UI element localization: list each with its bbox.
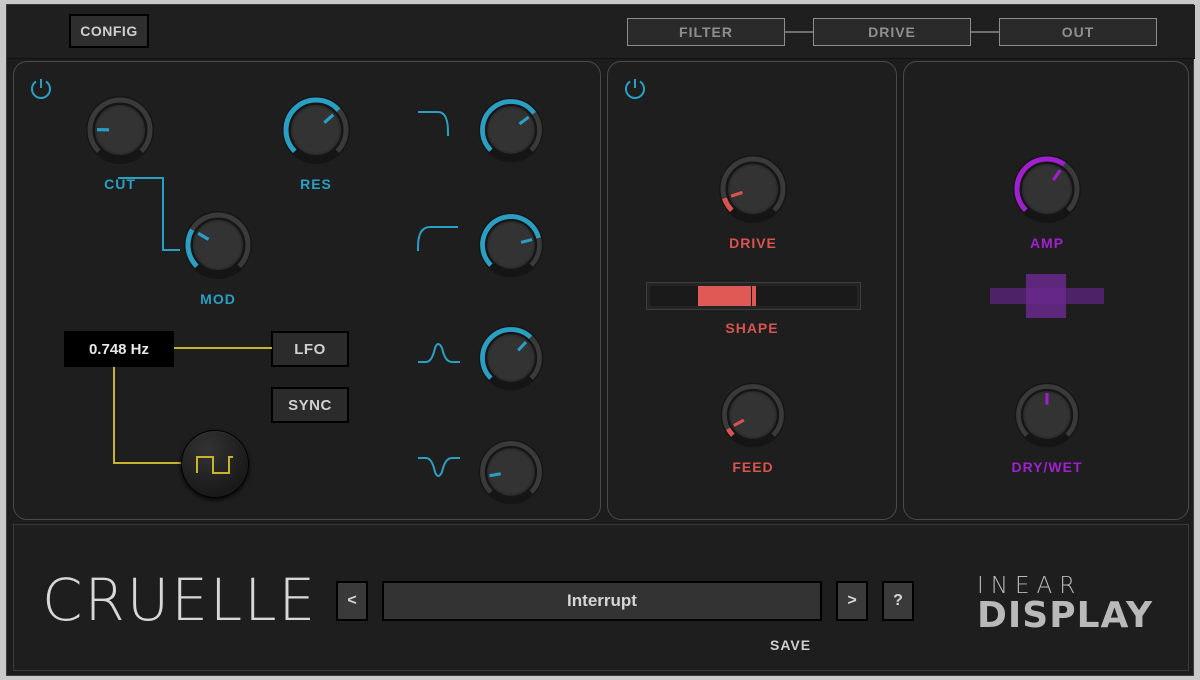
knob-lowpass[interactable] (473, 92, 549, 168)
knob-mod[interactable]: MOD (178, 205, 258, 285)
knob-drive[interactable]: DRIVE (713, 149, 793, 229)
brand-logo-line2: DISPLAY (977, 595, 1153, 636)
knob-drive-label: DRIVE (713, 235, 793, 251)
bandpass-icon (416, 334, 462, 375)
knob-res-label: RES (276, 176, 356, 192)
preset-prev-button[interactable]: < (336, 581, 368, 621)
square-wave-icon (193, 449, 237, 479)
knob-mod-label: MOD (178, 291, 258, 307)
knob-bandpass[interactable] (473, 320, 549, 396)
cut-mod-connector (118, 120, 188, 270)
knob-drywet[interactable]: DRY/WET (1009, 377, 1085, 453)
shape-slider-label: SHAPE (608, 320, 896, 336)
chain-link-1 (785, 31, 813, 33)
help-button[interactable]: ? (882, 581, 914, 621)
lfo-wire-vertical (113, 367, 115, 464)
chain-button-filter[interactable]: FILTER (627, 18, 785, 46)
config-button[interactable]: CONFIG (69, 14, 149, 48)
drive-panel: DRIVE SHAPE FEED (607, 61, 897, 520)
lfo-wire-horizontal (174, 347, 272, 349)
chain-button-drive[interactable]: DRIVE (813, 18, 971, 46)
shape-slider-fill (698, 286, 751, 306)
knob-drywet-label: DRY/WET (1009, 459, 1085, 475)
filter-power-icon[interactable] (28, 76, 54, 102)
chain-link-2 (971, 31, 999, 33)
preset-browser: < Interrupt > ? (336, 581, 914, 621)
preset-name-display[interactable]: Interrupt (382, 581, 822, 621)
sync-button[interactable]: SYNC (271, 387, 349, 423)
shape-slider-handle[interactable] (752, 286, 756, 306)
knob-amp-label: AMP (1007, 235, 1087, 251)
knob-amp[interactable]: AMP (1007, 149, 1087, 229)
highpass-icon (416, 219, 462, 260)
signal-chain: FILTER DRIVE OUT (627, 18, 1157, 46)
plugin-logo: CRUELLE (42, 571, 317, 629)
chain-button-out[interactable]: OUT (999, 18, 1157, 46)
lfo-wire-to-wave (113, 462, 185, 464)
amp-mini-slider[interactable] (990, 274, 1104, 318)
notch-icon (416, 448, 462, 489)
preset-next-button[interactable]: > (836, 581, 868, 621)
out-panel: AMP DRY/WET (903, 61, 1189, 520)
footer-bar: CRUELLE < Interrupt > ? SAVE INEAR DISPL… (13, 524, 1189, 671)
save-button[interactable]: SAVE (770, 637, 811, 653)
drive-power-icon[interactable] (622, 76, 648, 102)
knob-notch[interactable] (473, 434, 549, 510)
lfo-waveform-button[interactable] (181, 430, 249, 498)
amp-mini-slider-handle[interactable] (1026, 274, 1066, 318)
lfo-button[interactable]: LFO (271, 331, 349, 367)
knob-feed[interactable]: FEED (715, 377, 791, 453)
brand-logo: INEAR DISPLAY (977, 573, 1153, 636)
knob-feed-label: FEED (715, 459, 791, 475)
plugin-window: CONFIG FILTER DRIVE OUT CUT MOD (6, 4, 1194, 676)
knob-res[interactable]: RES (276, 90, 356, 170)
shape-slider[interactable] (646, 282, 861, 310)
filter-panel: CUT MOD RES (13, 61, 601, 520)
header-bar: CONFIG FILTER DRIVE OUT (7, 5, 1195, 59)
lfo-rate-display[interactable]: 0.748 Hz (64, 331, 174, 367)
knob-highpass[interactable] (473, 207, 549, 283)
lowpass-icon (416, 104, 462, 145)
